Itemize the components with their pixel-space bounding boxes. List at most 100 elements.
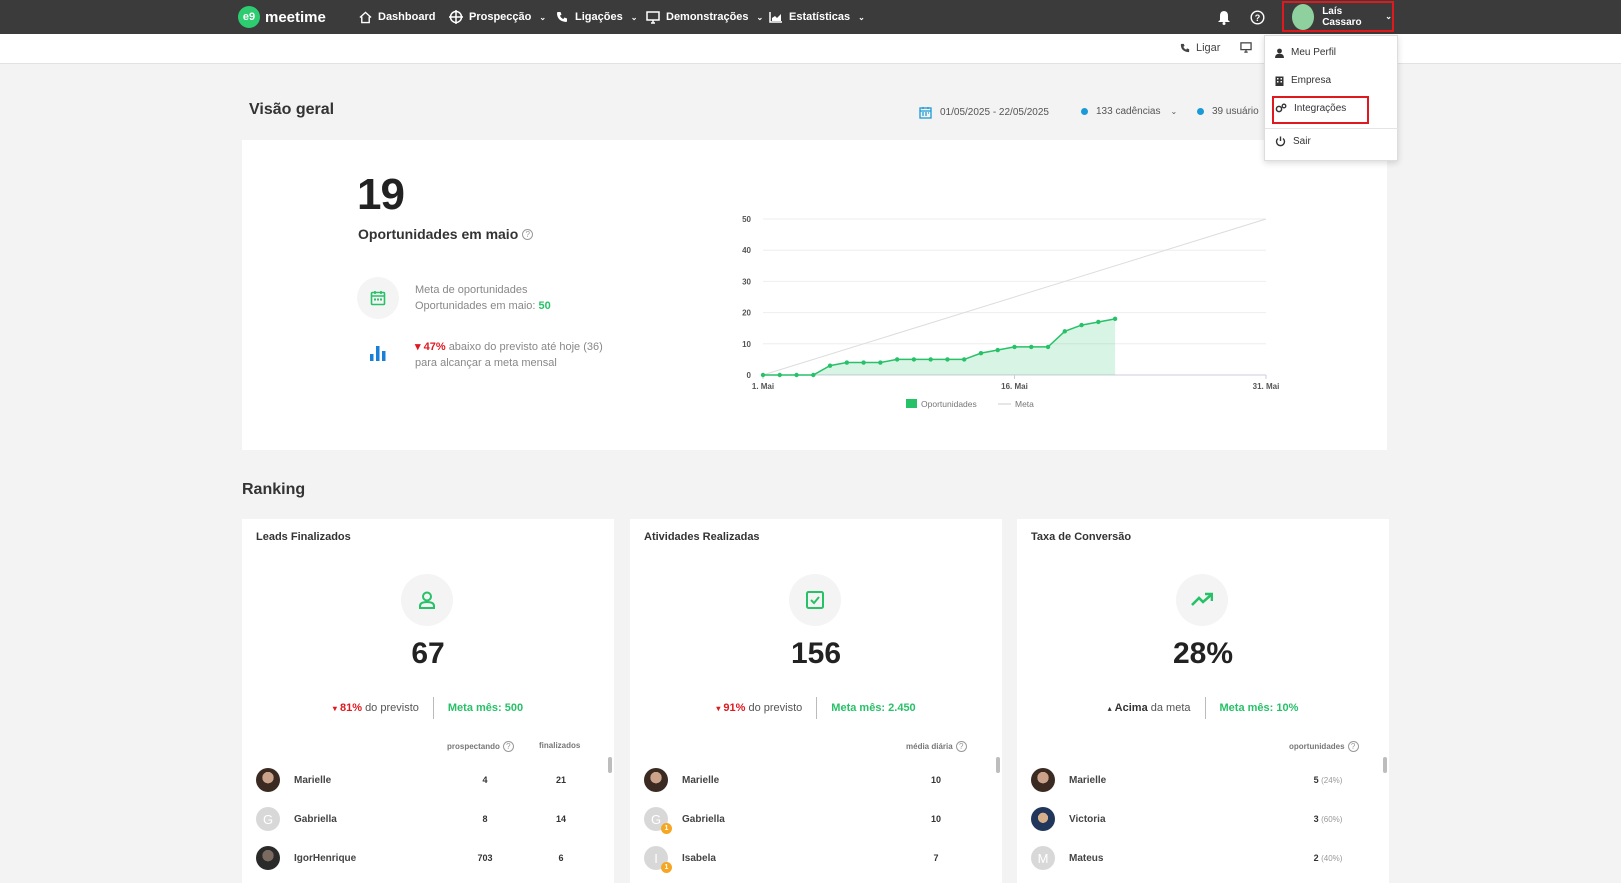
menu-item-meu-perfil[interactable]: Meu Perfil: [1275, 47, 1336, 58]
demo-button[interactable]: [1240, 42, 1252, 53]
help-icon[interactable]: ?: [522, 228, 534, 240]
home-icon: [358, 10, 372, 24]
gears-icon: [1275, 103, 1287, 113]
goal-line1: Meta de oportunidades: [415, 284, 528, 296]
nav-ligacoes[interactable]: Ligações ⌄: [555, 0, 637, 34]
ranking-row[interactable]: Marielle 4 21: [256, 765, 601, 795]
meetime-logo[interactable]: e9 meetime: [238, 5, 326, 29]
date-range-filter[interactable]: 01/05/2025 - 22/05/2025: [919, 106, 1049, 119]
ranking-row[interactable]: I1 Isabela 7: [644, 843, 989, 873]
help-icon[interactable]: ?: [955, 741, 967, 752]
top-navbar: e9 meetime Dashboard Prospecção ⌄ Ligaçõ…: [0, 0, 1621, 34]
users-value: 39 usuário: [1212, 106, 1259, 117]
menu-item-label: Integrações: [1294, 103, 1347, 114]
oportunidades-point: [827, 363, 833, 368]
card-value: 28%: [1172, 637, 1234, 670]
col-header-media-diaria: média diária?: [906, 741, 967, 752]
scrollbar-handle[interactable]: [1383, 757, 1387, 773]
power-icon: [1275, 136, 1286, 147]
logo-badge: e9: [238, 6, 260, 28]
bell-icon[interactable]: [1214, 7, 1234, 27]
bar-chart-icon: [369, 344, 387, 365]
building-icon: [1275, 76, 1284, 86]
avatar-initial: I: [654, 850, 658, 866]
ligar-label: Ligar: [1196, 42, 1221, 54]
user-menu-button[interactable]: Laís Cassaro ⌄: [1282, 1, 1394, 32]
x-tick-label: 16. Mai: [1001, 382, 1028, 391]
nav-demonstracoes-label: Demonstrações: [666, 11, 749, 23]
calendar-icon: [370, 291, 386, 306]
ranking-row[interactable]: M Mateus 2 (40%): [1031, 843, 1376, 873]
user-avatar: [1292, 3, 1315, 30]
card-value: 156: [790, 637, 842, 670]
ranking-row[interactable]: Marielle 10: [644, 765, 989, 795]
oportunidades-point: [878, 360, 883, 365]
user-name: Laís Cassaro: [1322, 5, 1362, 28]
help-icon[interactable]: ?: [1347, 741, 1359, 752]
cadences-filter[interactable]: 133 cadências ⌄: [1081, 106, 1177, 117]
row-name: Marielle: [682, 774, 720, 786]
oportunidades-point: [1062, 329, 1067, 334]
oportunidades-point: [844, 360, 850, 365]
nav-estatisticas[interactable]: Estatísticas ⌄: [769, 0, 865, 34]
oportunidades-point: [811, 372, 816, 378]
ranking-row[interactable]: Victoria 3 (60%): [1031, 804, 1376, 834]
ranking-row[interactable]: Marielle 5 (24%): [1031, 765, 1376, 795]
opportunities-subtitle-text: Oportunidades em maio: [358, 226, 519, 242]
chevron-down-icon: ⌄: [756, 12, 764, 22]
divider: [432, 697, 434, 719]
ranking-row[interactable]: IgorHenrique 703 6: [256, 843, 601, 873]
nav-ligacoes-label: Ligações: [575, 11, 623, 23]
help-icon[interactable]: ?: [1247, 7, 1267, 27]
row-name: Gabriella: [682, 813, 725, 825]
oportunidades-point: [1045, 344, 1051, 350]
menu-item-integracoes[interactable]: Integrações: [1275, 103, 1346, 114]
opportunities-chart: 50 40 30 20 10 01. Mai 16. Mai 31. Mai Oportunid…: [742, 215, 1279, 409]
users-filter[interactable]: 39 usuário: [1197, 106, 1259, 117]
row-media-diaria: 10: [930, 775, 941, 785]
menu-item-label: Empresa: [1291, 75, 1332, 86]
oportunidades-point: [1079, 322, 1084, 328]
calendar-icon: [919, 107, 932, 119]
ranking-row[interactable]: G1 Gabriella 10: [644, 804, 989, 834]
ranking-card-leads: Leads Finalizados 67 ▾ 81% do previsto M…: [242, 519, 614, 883]
badge: 1: [661, 823, 672, 834]
target-icon: [449, 10, 463, 24]
chevron-down-icon: ⌄: [1170, 107, 1178, 116]
below-forecast-text: ▾ 47% abaixo do previsto até hoje (36) p…: [415, 339, 603, 371]
help-icon[interactable]: ?: [502, 741, 514, 752]
oportunidades-point: [911, 357, 917, 362]
monitor-icon: [1240, 42, 1252, 53]
trending-up-icon: [1176, 574, 1228, 626]
dot-icon: [1197, 108, 1204, 115]
row-oportunidades: 3 (60%): [1303, 814, 1353, 824]
divider: [816, 697, 818, 719]
ranking-row[interactable]: G Gabriella 8 14: [256, 804, 601, 834]
nav-dashboard-label: Dashboard: [378, 11, 436, 23]
ligar-button[interactable]: Ligar: [1180, 42, 1220, 54]
nav-dashboard[interactable]: Dashboard: [358, 0, 435, 34]
scrollbar-handle[interactable]: [996, 757, 1000, 773]
scrollbar-handle[interactable]: [608, 757, 612, 773]
caret-down-icon: ▾: [415, 341, 421, 353]
nav-demonstracoes[interactable]: Demonstrações ⌄: [646, 0, 763, 34]
person-icon: [401, 574, 453, 626]
card-stats: ▴ Acima da meta Meta mês: 10%: [1017, 697, 1389, 719]
stat-pct: Acima: [1114, 702, 1148, 714]
y-tick-label: 30: [742, 277, 751, 286]
chevron-down-icon: ⌄: [1385, 12, 1392, 21]
menu-item-empresa[interactable]: Empresa: [1275, 75, 1331, 86]
ranking-card-conversion: Taxa de Conversão 28% ▴ Acima da meta Me…: [1017, 519, 1389, 883]
avatar-initial: G: [650, 811, 662, 827]
menu-item-sair[interactable]: Sair: [1275, 136, 1311, 147]
row-oportunidades: 5 (24%): [1303, 775, 1353, 785]
y-tick-label: 20: [742, 309, 751, 318]
goal-line2-prefix: Oportunidades em maio:: [415, 300, 536, 312]
chevron-down-icon: ⌄: [630, 12, 638, 22]
nav-prospeccao[interactable]: Prospecção ⌄: [449, 0, 546, 34]
below-pct: 47%: [423, 341, 446, 353]
phone-icon: [1180, 43, 1190, 53]
avatar: I1: [644, 846, 672, 873]
page-title: Visão geral: [249, 101, 335, 118]
avatar: [644, 768, 668, 792]
